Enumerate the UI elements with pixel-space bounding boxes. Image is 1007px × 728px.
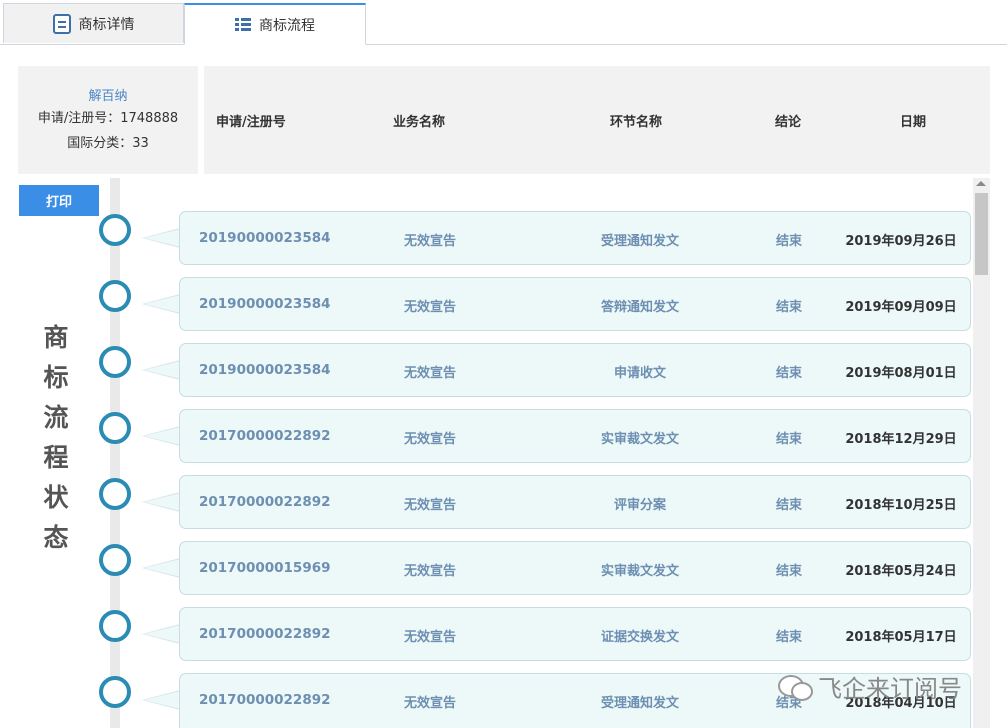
side-title: 商 标 流 程 状 态 [40,318,72,558]
registration-number: 申请/注册号：1748888 [37,111,179,126]
record-business: 无效宣告 [403,696,456,711]
record-business: 无效宣告 [403,366,456,381]
record-business: 无效宣告 [403,432,456,447]
record-date: 2018年05月24日 [845,564,957,579]
record-step: 受理通知发文 [600,234,679,249]
record-step: 证据交换发文 [600,630,679,645]
record-business: 无效宣告 [403,300,456,315]
timeline-node [99,544,131,576]
record-step: 答辩通知发文 [600,300,679,315]
record-step: 实审裁文发文 [600,432,679,447]
timeline-record[interactable]: 20170000015969 无效宣告 实审裁文发文 结束 2018年05月24… [179,541,971,595]
column-header-business: 业务名称 [393,115,446,130]
trademark-info: 解百纳 申请/注册号：1748888 国际分类：33 [18,66,198,174]
side-title-char: 流 [43,403,69,432]
timeline-record[interactable]: 20190000023584 无效宣告 受理通知发文 结束 2019年09月26… [179,211,971,265]
international-class: 国际分类：33 [67,136,149,151]
timeline-record[interactable]: 20170000022892 无效宣告 评审分案 结束 2018年10月25日 [179,475,971,529]
record-reg-no: 20170000022892 [199,626,331,642]
record-result: 结束 [775,498,802,513]
record-business: 无效宣告 [403,498,456,513]
record-step: 实审裁文发文 [600,564,679,579]
record-step: 受理通知发文 [600,696,679,711]
timeline-node [99,676,131,708]
tab-bar: 商标详情 商标流程 [0,0,1007,45]
record-result: 结束 [775,432,802,447]
owner-name: 解百纳 [88,89,128,104]
record-reg-no: 20190000023584 [199,230,331,246]
record-date: 2018年10月25日 [845,498,957,513]
watermark: 飞企来订阅号 [778,668,962,704]
timeline-node [99,412,131,444]
timeline-record[interactable]: 20170000022892 无效宣告 实审裁文发文 结束 2018年12月29… [179,409,971,463]
list-icon [235,17,251,32]
tab-trademark-flow[interactable]: 商标流程 [184,3,366,45]
column-header-step: 环节名称 [610,115,663,130]
side-title-char: 商 [43,323,69,352]
scrollbar-thumb[interactable] [975,193,988,275]
table-header: 申请/注册号 业务名称 环节名称 结论 日期 [204,66,990,174]
timeline-node [99,610,131,642]
timeline-record[interactable]: 20190000023584 无效宣告 答辩通知发文 结束 2019年09月09… [179,277,971,331]
timeline-line [110,178,120,728]
column-header-reg-no: 申请/注册号 [216,115,286,130]
record-reg-no: 20170000022892 [199,494,331,510]
timeline-node [99,478,131,510]
watermark-text: 飞企来订阅号 [818,674,962,703]
record-result: 结束 [775,564,802,579]
record-reg-no: 20190000023584 [199,362,331,378]
record-result: 结束 [775,234,802,249]
tab-trademark-detail[interactable]: 商标详情 [3,3,184,43]
record-step: 评审分案 [613,498,666,513]
column-header-date: 日期 [900,115,927,130]
record-reg-no: 20170000022892 [199,692,331,708]
timeline-node [99,280,131,312]
tab-label: 商标流程 [259,17,315,34]
column-header-result: 结论 [775,115,802,130]
timeline-node [99,214,131,246]
record-business: 无效宣告 [403,630,456,645]
timeline-node [99,346,131,378]
record-result: 结束 [775,630,802,645]
record-reg-no: 20170000015969 [199,560,331,576]
tab-label: 商标详情 [78,16,135,33]
side-title-char: 程 [43,443,69,472]
record-business: 无效宣告 [403,564,456,579]
side-title-char: 状 [43,483,69,512]
print-button[interactable]: 打印 [19,185,99,216]
record-date: 2019年09月26日 [845,234,957,249]
wechat-icon [778,673,813,701]
record-date: 2019年09月09日 [845,300,957,315]
document-icon [52,13,71,34]
record-business: 无效宣告 [403,234,456,249]
record-result: 结束 [775,366,802,381]
scroll-up-arrow-icon[interactable] [976,181,986,186]
record-step: 申请收文 [613,366,666,381]
record-date: 2018年12月29日 [845,432,957,447]
side-title-char: 标 [43,363,69,392]
timeline-record[interactable]: 20190000023584 无效宣告 申请收文 结束 2019年08月01日 [179,343,971,397]
record-reg-no: 20170000022892 [199,428,331,444]
timeline-record[interactable]: 20170000022892 无效宣告 证据交换发文 结束 2018年05月17… [179,607,971,661]
record-result: 结束 [775,300,802,315]
record-date: 2019年08月01日 [845,366,957,381]
record-reg-no: 20190000023584 [199,296,331,312]
side-title-char: 态 [43,523,69,552]
record-date: 2018年05月17日 [845,630,957,645]
